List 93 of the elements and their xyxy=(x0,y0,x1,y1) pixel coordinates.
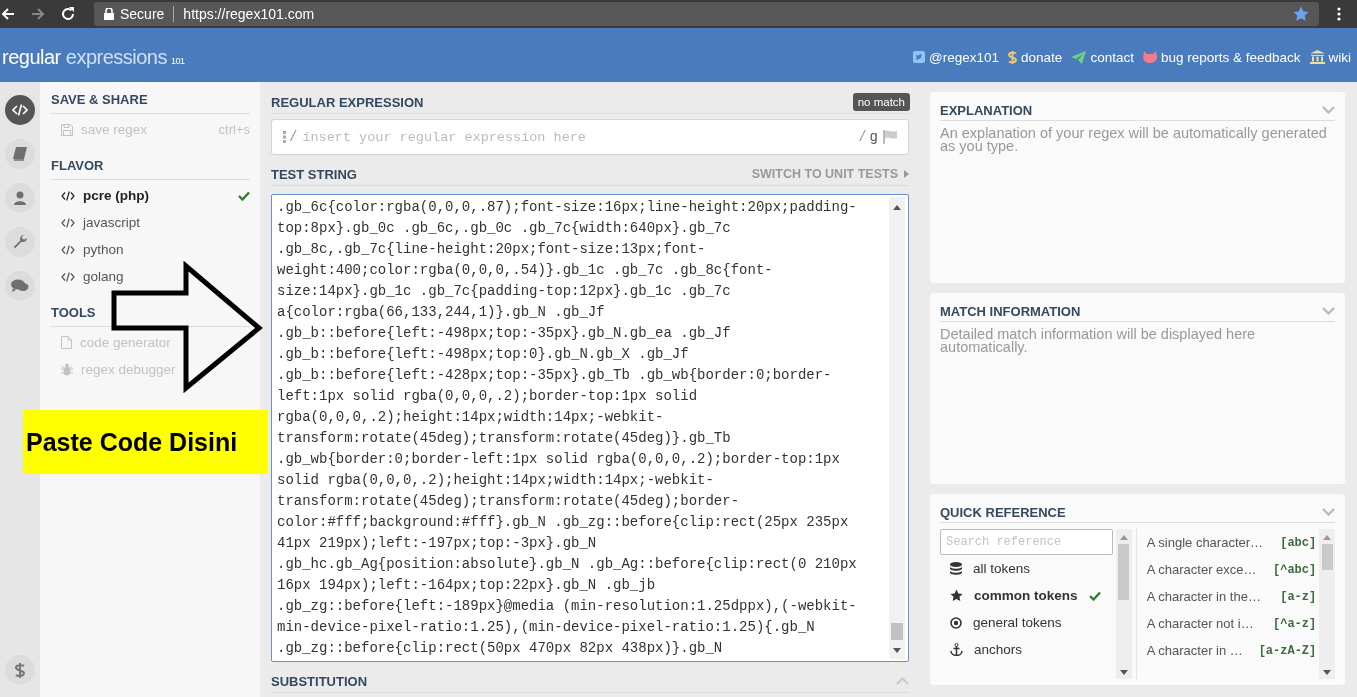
section-heading: TEST STRING xyxy=(271,166,357,182)
sidebar-item[interactable]: python xyxy=(51,236,250,263)
donate-nav-button[interactable] xyxy=(5,655,35,685)
building-icon xyxy=(1309,50,1325,64)
regex-flags[interactable]: g xyxy=(869,129,878,145)
reference-item[interactable]: A single character… [abc] xyxy=(1146,529,1317,556)
reference-item[interactable]: A character in … [a-zA-Z] xyxy=(1146,637,1317,664)
drag-handle-icon xyxy=(283,131,286,143)
scrollbar[interactable] xyxy=(1319,529,1335,679)
bug-icon xyxy=(61,363,73,376)
check-icon xyxy=(1088,590,1101,601)
forward-icon[interactable] xyxy=(30,6,46,22)
menu-icon[interactable] xyxy=(1337,7,1341,21)
sidebar-item[interactable]: pcre (php) xyxy=(51,182,250,209)
scroll-up-icon[interactable] xyxy=(893,205,901,210)
reference-item[interactable]: A character exce… [^abc] xyxy=(1146,556,1317,583)
chevron-down-icon[interactable] xyxy=(1322,307,1335,315)
address-bar[interactable]: Secure https://regex101.com xyxy=(94,2,1319,26)
panel-heading: EXPLANATION xyxy=(940,102,1033,118)
section-heading: FLAVOR xyxy=(51,158,250,180)
book-icon xyxy=(13,147,27,161)
test-string-field[interactable]: .gb_6c{color:rgba(0,0,0,.87);font-size:16px;line-height:20px;padding- top:8px}.gb_0c .gb_6c,.gb_0c .gb_7c{width:640px}.gb_7c .gb_8c,.gb_7c{line-height:20px;font-size:13px;font- weight:400;color:rgba(0,0,0,.54)}.gb_1c .gb_7c .gb_8c{font- size:14px}.gb_1c .gb_7c{padding-top:12px}.gb_1c .gb_7c a{color:rgba(66,133,244,1)}.gb_N .gb_Jf .gb_b::before{left:-498px;top:-35px}.gb_N.gb_ea .gb_Jf .gb_b::before{left:-498px;top:0}.gb_N.gb_X .gb_Jf .gb_b::before{left:-428px;top:-35px}.gb_Tb .gb_wb{border:0;border- left:1px solid rgba(0,0,0,.2);border-top:1px solid rgba(0,0,0,.2);height:14px;width:14px;-webkit- transform:rotate(45deg);transform:rotate(45deg)}.gb_Tb .gb_wb{border:0;border-left:1px solid rgba(0,0,0,.2);border-top:1px solid rgba(0,0,0,.2);height:14px;width:14px;-webkit- transform:rotate(45deg);transform:rotate(45deg);border- color:#fff;background:#fff}.gb_N .gb_zg::before{clip:rect(25px 235px 41px 219px);left:-197px;top:-3px}.gb_N .gb_hc.gb_Ag{position:absolute}.gb_N .gb_Ag::before{clip:rect(0 210px 16px 194px);left:-164px;top:22px}.gb_N .gb_jb .gb_zg::before{left:-189px}@media (min-resolution:1.25dppx),(-webkit- min-device-pixel-ratio:1.25),(min-device-pixel-ratio:1.25){.gb_N .gb_zg::before{clip:rect(50px 470px 82px 438px)}.gb_N xyxy=(271,194,909,662)
database-icon xyxy=(950,562,962,575)
code-icon xyxy=(61,271,75,282)
regex-input[interactable]: insert your regular expression here xyxy=(300,129,856,145)
back-icon[interactable] xyxy=(0,6,16,22)
chevron-down-icon[interactable] xyxy=(1322,106,1335,114)
header-link[interactable]: donate xyxy=(1008,49,1063,65)
chevron-down-icon[interactable] xyxy=(1322,508,1335,516)
header-link[interactable]: @regex101 xyxy=(913,49,1000,65)
search-field[interactable]: Search reference xyxy=(940,529,1113,555)
dollar-icon xyxy=(15,661,25,679)
sidebar-item[interactable]: golang xyxy=(51,263,250,290)
category-item[interactable]: all tokens xyxy=(940,555,1113,582)
nav-button[interactable] xyxy=(5,139,35,169)
cat-face-icon xyxy=(1142,51,1157,63)
secure-label: Secure xyxy=(120,6,165,22)
scroll-down-icon[interactable] xyxy=(893,648,901,653)
site-logo[interactable]: regular expressions 101 xyxy=(2,45,185,69)
target-icon xyxy=(950,616,962,629)
scrollbar[interactable] xyxy=(889,197,905,659)
caret-icon xyxy=(904,170,909,178)
scrollbar-thumb[interactable] xyxy=(891,623,903,640)
reference-item[interactable]: A character in the… [a-z] xyxy=(1146,583,1317,610)
delimiter: / xyxy=(289,129,298,145)
url-text: https://regex101.com xyxy=(183,6,315,22)
lock-icon xyxy=(104,8,114,20)
wrench-icon xyxy=(12,234,28,250)
sidebar-item[interactable]: javascript xyxy=(51,209,250,236)
check-icon xyxy=(238,190,250,201)
delimiter: / xyxy=(858,129,867,145)
scrollbar-thumb[interactable] xyxy=(1118,544,1130,600)
code-icon xyxy=(61,217,75,228)
star-icon[interactable] xyxy=(1293,6,1309,22)
panel-text: An explanation of your regex will be automatically generated as you type. xyxy=(940,127,1328,153)
scroll-down-icon[interactable] xyxy=(1323,670,1332,675)
section-heading: SAVE & SHARE xyxy=(51,92,250,114)
panel-heading: QUICK REFERENCE xyxy=(940,504,1066,520)
scrollbar[interactable] xyxy=(1116,529,1132,679)
scrollbar-thumb[interactable] xyxy=(1321,544,1333,570)
annotation-label: Paste Code Disini xyxy=(23,410,268,474)
file-icon xyxy=(61,336,72,349)
dollar-icon xyxy=(1008,49,1018,65)
section-heading: REGULAR EXPRESSION xyxy=(271,94,424,110)
nav-button[interactable] xyxy=(5,227,35,257)
user-icon xyxy=(14,191,26,205)
nav-button[interactable] xyxy=(5,271,35,301)
match-status-badge: no match xyxy=(852,93,910,111)
chat-icon xyxy=(11,279,29,293)
section-heading: TOOLS xyxy=(51,305,250,327)
regex-input-field[interactable]: / insert your regular expression here / g xyxy=(271,119,909,155)
code-icon xyxy=(61,244,75,255)
nav-button[interactable] xyxy=(5,95,35,125)
header-link[interactable]: wiki xyxy=(1309,49,1351,65)
category-item[interactable]: anchors xyxy=(940,636,1113,663)
code-icon xyxy=(61,190,75,201)
header-link[interactable]: contact xyxy=(1071,49,1134,65)
reload-icon[interactable] xyxy=(60,6,76,22)
section-heading: SUBSTITUTION xyxy=(271,673,368,689)
scroll-down-icon[interactable] xyxy=(1119,670,1128,675)
anchor-icon xyxy=(950,643,963,656)
panel-heading: MATCH INFORMATION xyxy=(940,303,1081,319)
category-item[interactable]: common tokens xyxy=(940,582,1113,609)
nav-button[interactable] xyxy=(5,183,35,213)
paper-plane-icon xyxy=(1071,50,1087,64)
reference-item[interactable]: A character not i… [^a-z] xyxy=(1146,610,1317,637)
star-icon xyxy=(950,589,963,602)
code-icon xyxy=(12,104,28,116)
flag-icon[interactable] xyxy=(883,130,898,144)
header-link[interactable]: bug reports & feedback xyxy=(1142,49,1301,65)
panel-text: Detailed match information will be displayed here automatically. xyxy=(940,328,1257,354)
bird-square-icon xyxy=(913,51,926,63)
category-item[interactable]: general tokens xyxy=(940,609,1113,636)
